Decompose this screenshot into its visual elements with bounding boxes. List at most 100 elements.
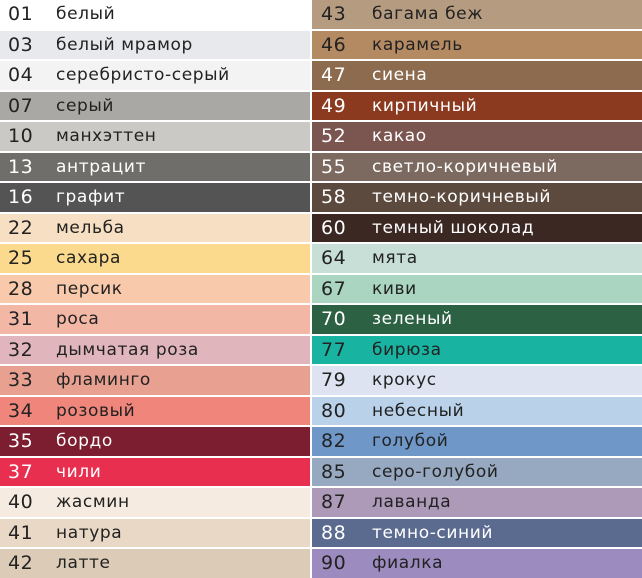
color-swatch-79: 79 крокус <box>312 366 642 395</box>
color-swatch-87: 87 лаванда <box>312 488 642 517</box>
color-swatch-64: 64 мята <box>312 244 642 273</box>
color-swatch-40: 40 жасмин <box>0 488 310 517</box>
swatch-name: зеленый <box>372 309 453 330</box>
swatch-code: 03 <box>8 33 34 56</box>
color-swatch-77: 77 бирюза <box>312 335 642 364</box>
swatch-name: серо-голубой <box>372 461 499 482</box>
color-swatch-70: 70 зеленый <box>312 305 642 334</box>
color-swatch-41: 41 натура <box>0 518 310 547</box>
color-swatch-10: 10 манхэттен <box>0 122 310 151</box>
color-swatch-58: 58 темно-коричневый <box>312 183 642 212</box>
swatch-code: 34 <box>8 399 34 422</box>
color-swatch-32: 32 дымчатая роза <box>0 335 310 364</box>
color-swatch-60: 60 темный шоколад <box>312 213 642 242</box>
swatch-name: лаванда <box>372 492 452 513</box>
swatch-name: жасмин <box>56 492 130 513</box>
swatch-name: кирпичный <box>372 95 478 116</box>
swatch-code: 88 <box>321 521 347 544</box>
color-swatch-43: 43 багама беж <box>312 0 642 29</box>
swatch-code: 67 <box>321 277 347 300</box>
swatch-code: 13 <box>8 155 34 178</box>
swatch-code: 10 <box>8 125 34 148</box>
swatch-code: 46 <box>321 33 347 56</box>
swatch-name: фиалка <box>372 553 444 574</box>
swatch-code: 16 <box>8 186 34 209</box>
swatch-code: 58 <box>321 186 347 209</box>
swatch-code: 40 <box>8 491 34 514</box>
swatch-name: роса <box>56 309 100 330</box>
swatch-name: серый <box>56 95 115 116</box>
swatch-code: 31 <box>8 308 34 331</box>
swatch-name: мята <box>372 248 418 269</box>
color-swatch-07: 07 серый <box>0 91 310 120</box>
swatch-code: 01 <box>8 3 34 26</box>
swatch-code: 41 <box>8 521 34 544</box>
swatch-code: 37 <box>8 460 34 483</box>
color-swatch-04: 04 серебристо-серый <box>0 61 310 90</box>
color-swatch-01: 01 белый <box>0 0 310 29</box>
color-swatch-16: 16 графит <box>0 183 310 212</box>
swatch-name: персик <box>56 278 123 299</box>
swatch-name: какао <box>372 126 427 147</box>
swatch-name: темный шоколад <box>372 217 535 238</box>
color-swatch-49: 49 кирпичный <box>312 91 642 120</box>
swatch-name: дымчатая роза <box>56 339 199 360</box>
swatch-code: 43 <box>321 3 347 26</box>
color-swatch-13: 13 антрацит <box>0 152 310 181</box>
swatch-code: 52 <box>321 125 347 148</box>
color-swatch-80: 80 небесный <box>312 396 642 425</box>
swatch-code: 90 <box>321 552 347 575</box>
swatch-name: фламинго <box>56 370 151 391</box>
color-swatch-46: 46 карамель <box>312 30 642 59</box>
swatch-code: 04 <box>8 64 34 87</box>
swatch-name: манхэттен <box>56 126 157 147</box>
swatch-name: чили <box>56 461 102 482</box>
color-swatch-47: 47 сиена <box>312 61 642 90</box>
color-swatch-25: 25 сахара <box>0 244 310 273</box>
color-swatch-90: 90 фиалка <box>312 549 642 578</box>
color-swatch-42: 42 латте <box>0 549 310 578</box>
swatch-code: 49 <box>321 94 347 117</box>
color-swatch-31: 31 роса <box>0 305 310 334</box>
swatch-code: 80 <box>321 399 347 422</box>
swatch-code: 25 <box>8 247 34 270</box>
swatch-name: светло-коричневый <box>372 156 558 177</box>
swatch-column-left: 01 белый 03 белый мрамор 04 серебристо-серый 0… <box>0 0 310 578</box>
color-swatch-34: 34 розовый <box>0 396 310 425</box>
swatch-name: бордо <box>56 431 113 452</box>
swatch-name: темно-коричневый <box>372 187 552 208</box>
swatch-name: антрацит <box>56 156 146 177</box>
swatch-code: 60 <box>321 216 347 239</box>
swatch-code: 07 <box>8 94 34 117</box>
swatch-name: небесный <box>372 400 465 421</box>
swatch-code: 55 <box>321 155 347 178</box>
swatch-code: 85 <box>321 460 347 483</box>
color-swatch-88: 88 темно-синий <box>312 518 642 547</box>
swatch-name: киви <box>372 278 417 299</box>
swatch-code: 22 <box>8 216 34 239</box>
swatch-code: 28 <box>8 277 34 300</box>
swatch-code: 47 <box>321 64 347 87</box>
swatch-code: 64 <box>321 247 347 270</box>
swatch-code: 42 <box>8 552 34 575</box>
swatch-code: 70 <box>321 308 347 331</box>
swatch-code: 32 <box>8 338 34 361</box>
swatch-code: 87 <box>321 491 347 514</box>
color-swatch-22: 22 мельба <box>0 213 310 242</box>
swatch-name: розовый <box>56 400 136 421</box>
swatch-code: 77 <box>321 338 347 361</box>
swatch-name: багама беж <box>372 4 484 25</box>
swatch-name: серебристо-серый <box>56 65 230 86</box>
color-swatch-chart: 01 белый 03 белый мрамор 04 серебристо-серый 0… <box>0 0 642 578</box>
swatch-name: натура <box>56 522 123 543</box>
swatch-column-right: 43 багама беж 46 карамель 47 сиена 49 кирпичный… <box>312 0 642 578</box>
swatch-code: 82 <box>321 430 347 453</box>
swatch-name: графит <box>56 187 126 208</box>
swatch-name: белый мрамор <box>56 34 193 55</box>
swatch-name: бирюза <box>372 339 442 360</box>
swatch-code: 35 <box>8 430 34 453</box>
color-swatch-33: 33 фламинго <box>0 366 310 395</box>
color-swatch-55: 55 светло-коричневый <box>312 152 642 181</box>
swatch-name: белый <box>56 4 116 25</box>
color-swatch-37: 37 чили <box>0 457 310 486</box>
